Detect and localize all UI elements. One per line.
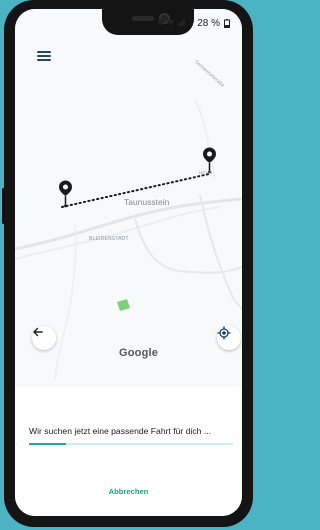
cancel-button[interactable]: Abbrechen	[15, 487, 242, 496]
battery-icon	[224, 19, 230, 28]
locate-button[interactable]	[217, 326, 241, 350]
phone-frame: 28 % Sonnenhofstraße HAHN Taunusstein BL…	[2, 0, 253, 527]
city-label: Taunusstein	[124, 197, 170, 207]
menu-icon-line	[37, 55, 51, 57]
location-icon	[158, 19, 165, 25]
status-icons	[157, 18, 193, 29]
search-progress-fill	[29, 443, 66, 445]
wifi-icon	[167, 20, 176, 26]
battery-text: 28 %	[197, 18, 220, 29]
pin-label: HAHN	[199, 170, 213, 175]
menu-button[interactable]	[37, 51, 51, 61]
road-south	[199, 193, 242, 310]
road-north	[194, 98, 216, 180]
signal-icon	[177, 18, 186, 26]
road-secondary	[15, 206, 221, 260]
side-button	[2, 188, 5, 224]
district-label: BLEIDENSTADT	[89, 236, 129, 242]
arrow-left-icon	[33, 327, 43, 337]
road-east	[134, 218, 242, 274]
bottom-sheet: Wir suchen jetzt eine passende Fahrt für…	[15, 387, 242, 516]
map-view[interactable]: Sonnenhofstraße HAHN Taunusstein BLEIDEN…	[15, 9, 242, 387]
back-button[interactable]	[32, 326, 56, 350]
search-progress-bar	[29, 443, 233, 445]
status-bar: 28 %	[157, 18, 230, 29]
status-icons-graphic	[158, 18, 186, 26]
menu-icon-line	[37, 59, 51, 61]
google-logo: Google	[119, 347, 159, 359]
my-location-icon	[217, 326, 231, 340]
screen: 28 % Sonnenhofstraße HAHN Taunusstein BL…	[15, 9, 242, 516]
park-area	[117, 299, 130, 311]
speaker	[132, 16, 154, 21]
menu-icon-line	[37, 51, 51, 53]
search-status-text: Wir suchen jetzt eine passende Fahrt für…	[29, 426, 211, 436]
origin-pin	[59, 180, 72, 208]
